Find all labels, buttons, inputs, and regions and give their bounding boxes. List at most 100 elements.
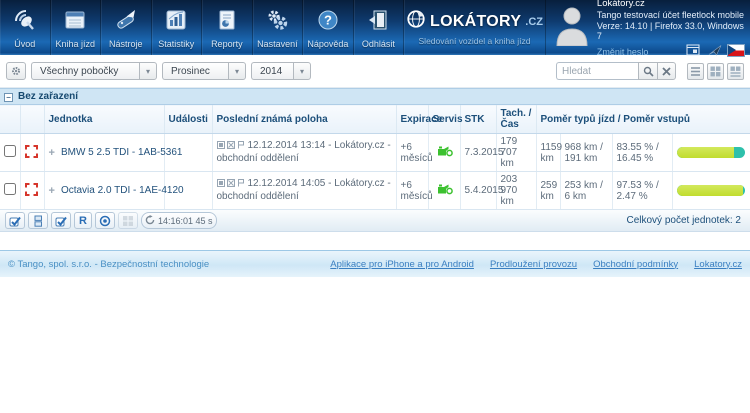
change-password-link[interactable]: Změnit heslo: [597, 47, 649, 57]
header-tacho[interactable]: Tach. / Čas: [496, 105, 536, 134]
refresh-icon: [145, 212, 155, 230]
branch-select-value[interactable]: Všechny pobočky: [31, 62, 139, 80]
satellite-icon: [12, 7, 38, 38]
grid-view-icon[interactable]: [707, 63, 724, 80]
vehicle-link[interactable]: Octavia 2.0 TDI - 1AE-4120: [61, 185, 184, 196]
map-icon[interactable]: [217, 141, 225, 153]
nav-item-nastaveni[interactable]: Nastavení: [253, 0, 304, 55]
nav-item-napoveda[interactable]: ? Nápověda: [303, 0, 354, 55]
footer-link-lokatory[interactable]: Lokatory.cz: [694, 259, 742, 270]
footer-links: Aplikace pro iPhone a pro Android Prodlo…: [330, 259, 742, 270]
reports-icon: [214, 7, 240, 38]
filter-bar: Všechny pobočky ▾ Prosinec ▾ 2014 ▾: [0, 55, 750, 88]
row-checkbox[interactable]: [4, 145, 16, 157]
czech-flag-icon[interactable]: [728, 45, 744, 56]
expand-icon[interactable]: +: [49, 147, 55, 159]
nav-item-statistiky[interactable]: Statistiky: [152, 0, 203, 55]
vehicle-link[interactable]: BMW 5 2.5 TDI - 1AB-5361: [61, 147, 183, 158]
column-header-row: Jednotka Události Poslední známá poloha …: [0, 105, 750, 134]
list-view-icon[interactable]: [687, 63, 704, 80]
units-table: −Bez zařazení Jednotka Události Poslední…: [0, 88, 750, 210]
nav-label: Úvod: [14, 39, 35, 49]
brand-tld: .CZ: [525, 16, 543, 28]
ratio-pct-cell: 97.53 % / 2.47 %: [612, 172, 672, 210]
table-row: +BMW 5 2.5 TDI - 1AB-5361 12.12.2014 13:…: [0, 134, 750, 172]
year-select-value[interactable]: 2014: [251, 62, 293, 80]
locate-target-icon[interactable]: [25, 145, 38, 158]
distance-split-cell: 253 km / 6 km: [560, 172, 612, 210]
group-title: Bez zařazení: [18, 91, 78, 102]
top-navigation-bar: Úvod Kniha jízd Nástroje Statistiky Repo…: [0, 0, 750, 55]
nav-item-uvod[interactable]: Úvod: [0, 0, 51, 55]
chevron-down-icon[interactable]: ▾: [228, 62, 246, 80]
nav-label: Nástroje: [109, 39, 143, 49]
header-unit[interactable]: Jednotka: [44, 105, 164, 134]
watch-button[interactable]: [95, 212, 115, 229]
send-plane-icon[interactable]: [706, 43, 724, 57]
month-select-value[interactable]: Prosinec: [162, 62, 228, 80]
header-last-position[interactable]: Poslední známá poloha: [212, 105, 396, 134]
branch-select: Všechny pobočky ▾: [31, 62, 157, 80]
select-all-button[interactable]: [5, 212, 25, 229]
header-checkbox-col: [0, 105, 20, 134]
ratio-progress-fill: [677, 147, 734, 158]
expand-icon[interactable]: +: [49, 185, 55, 197]
map-icon[interactable]: [217, 179, 225, 191]
report-button[interactable]: R: [74, 212, 92, 229]
footer-link-renewal[interactable]: Prodloužení provozu: [490, 259, 577, 270]
search-icon[interactable]: [638, 62, 657, 80]
distance-total-cell: 259 km: [536, 172, 560, 210]
grid-button-disabled: [118, 212, 138, 229]
distance-split-cell: 968 km / 191 km: [560, 134, 612, 172]
nav-label: Odhlásit: [362, 39, 395, 49]
footer-link-terms[interactable]: Obchodní podmínky: [593, 259, 678, 270]
expiration-cell: +6 měsíců: [396, 172, 428, 210]
window-mode-icon[interactable]: [684, 43, 702, 57]
address-icon[interactable]: [237, 141, 245, 153]
group-header-row: −Bez zařazení: [0, 89, 750, 105]
oil-can-icon[interactable]: [436, 149, 453, 160]
nav-label: Statistiky: [158, 39, 194, 49]
stk-cell: 7.3.2015: [460, 134, 496, 172]
user-account-name: Lokátory.cz: [597, 0, 744, 9]
nav-item-kniha-jizd[interactable]: Kniha jízd: [51, 0, 102, 55]
header-service[interactable]: Servis: [428, 105, 460, 134]
statistics-icon: [163, 7, 189, 38]
chevron-down-icon[interactable]: ▾: [293, 62, 311, 80]
header-expiration[interactable]: Expirace: [396, 105, 428, 134]
footer: © Tango, spol. s.r.o. - Bezpečnostní tec…: [0, 250, 750, 277]
locate-target-icon[interactable]: [25, 183, 38, 196]
collapse-group-icon[interactable]: −: [4, 93, 13, 102]
ratio-pct-cell: 83.55 % / 16.45 %: [612, 134, 672, 172]
header-events[interactable]: Události: [164, 105, 212, 134]
clear-search-icon[interactable]: [657, 62, 676, 80]
address-icon[interactable]: [237, 179, 245, 191]
chevron-down-icon[interactable]: ▾: [139, 62, 157, 80]
filter-settings-button[interactable]: [6, 62, 26, 80]
avatar: [554, 4, 590, 51]
search-input[interactable]: [556, 62, 638, 80]
nav-label: Nápověda: [307, 39, 348, 49]
route-icon[interactable]: [227, 141, 235, 153]
brand-logo[interactable]: LOKÁTORY.CZ Sledování vozidel a kniha jí…: [404, 0, 546, 55]
header-stk[interactable]: STK: [460, 105, 496, 134]
oil-can-icon[interactable]: [436, 187, 453, 198]
year-select: 2014 ▾: [251, 62, 311, 80]
nav-item-nastroje[interactable]: Nástroje: [101, 0, 152, 55]
position-cell: 12.12.2014 14:05 - Lokátory.cz - obchodn…: [212, 172, 396, 210]
user-panel: Lokátory.cz Tango testovací účet fleetlo…: [546, 0, 750, 55]
tools-icon: [113, 7, 139, 38]
report-button-label: R: [79, 215, 87, 227]
select-invert-button[interactable]: [51, 212, 71, 229]
refresh-timer-button[interactable]: 14:16:01 45 s: [141, 212, 217, 229]
route-icon[interactable]: [227, 179, 235, 191]
stk-cell: 5.4.2015: [460, 172, 496, 210]
svg-text:?: ?: [324, 12, 332, 27]
row-checkbox[interactable]: [4, 183, 16, 195]
nav-item-odhlasit[interactable]: Odhlásit: [354, 0, 405, 55]
header-ratio[interactable]: Poměr typů jízd / Poměr vstupů: [536, 105, 750, 134]
stack-view-button[interactable]: [28, 212, 48, 229]
footer-link-apps[interactable]: Aplikace pro iPhone a pro Android: [330, 259, 474, 270]
nav-item-reporty[interactable]: Reporty: [202, 0, 253, 55]
grid-list-view-icon[interactable]: [727, 63, 744, 80]
